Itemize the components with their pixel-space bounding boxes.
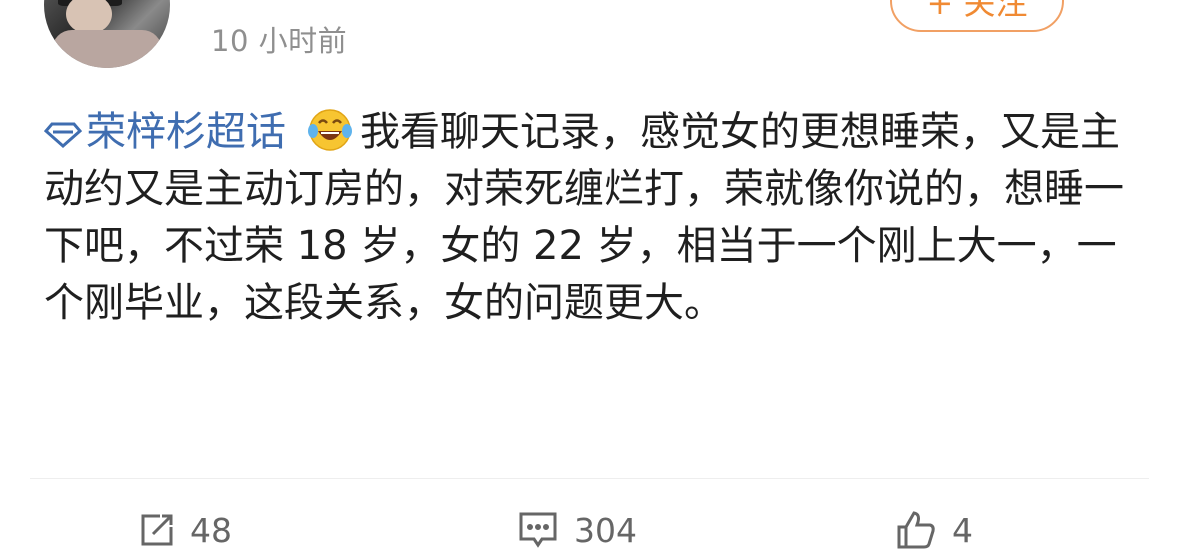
- super-topic-link[interactable]: 荣梓杉超话: [43, 109, 286, 155]
- post-time: 10 小时前: [211, 24, 348, 58]
- like-button[interactable]: 4: [896, 508, 973, 552]
- user-avatar[interactable]: [44, 0, 170, 68]
- avatar-face: [66, 0, 112, 34]
- follow-button[interactable]: + 关注: [890, 0, 1064, 32]
- like-count: 4: [952, 510, 973, 550]
- laughing-with-tears-icon: [308, 109, 352, 151]
- avatar-clothing: [52, 30, 162, 68]
- repost-button[interactable]: 48: [140, 508, 232, 552]
- comment-count: 304: [574, 510, 637, 550]
- action-bar-divider: [30, 478, 1149, 479]
- diamond-icon: [43, 122, 83, 149]
- repost-count: 48: [190, 510, 232, 550]
- comment-icon: [518, 511, 558, 549]
- super-topic-label: 荣梓杉超话: [86, 109, 286, 155]
- post-content: 荣梓杉超话 我看聊天记录，感觉女的更想睡荣，又是主动约又是主动订房的，对荣死缠烂打…: [43, 104, 1134, 332]
- thumbs-up-icon: [896, 510, 936, 550]
- comment-button[interactable]: 304: [518, 508, 637, 552]
- share-icon: [140, 513, 174, 547]
